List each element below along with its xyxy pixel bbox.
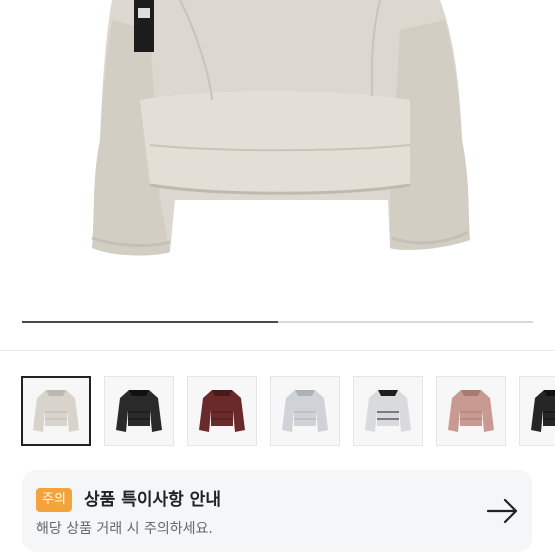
notice-title: 상품 특이사항 안내 [84, 490, 221, 510]
thumb-pink-jacket[interactable] [436, 376, 506, 446]
jacket-icon [448, 390, 494, 432]
jacket-icon [365, 390, 411, 432]
gallery-progress-fill [22, 321, 278, 323]
jacket-icon [282, 390, 328, 432]
product-image-gallery[interactable] [0, 0, 555, 350]
gallery-progress-track [22, 321, 533, 323]
arrow-right-icon[interactable] [486, 496, 520, 526]
logo-patch [134, 0, 154, 52]
jacket-icon [116, 390, 162, 432]
jacket-icon [33, 390, 79, 432]
jacket-icon [531, 390, 555, 432]
caution-badge: 주의 [36, 488, 72, 512]
section-divider [0, 350, 555, 351]
thumb-black-jacket-2[interactable] [519, 376, 555, 446]
thumb-burgundy-jacket[interactable] [187, 376, 257, 446]
jacket-icon [199, 390, 245, 432]
thumb-silver-jacket[interactable] [270, 376, 340, 446]
notice-description: 해당 상품 거래 시 주의하세요. [36, 521, 213, 537]
notice-card[interactable]: 주의 상품 특이사항 안내 해당 상품 거래 시 주의하세요. [22, 470, 532, 552]
product-image-puffer-jacket [91, 0, 470, 256]
thumbnail-strip[interactable] [21, 376, 555, 448]
thumb-beige-jacket[interactable] [21, 376, 91, 446]
thumb-silver-black-jacket[interactable] [353, 376, 423, 446]
thumb-black-jacket[interactable] [104, 376, 174, 446]
